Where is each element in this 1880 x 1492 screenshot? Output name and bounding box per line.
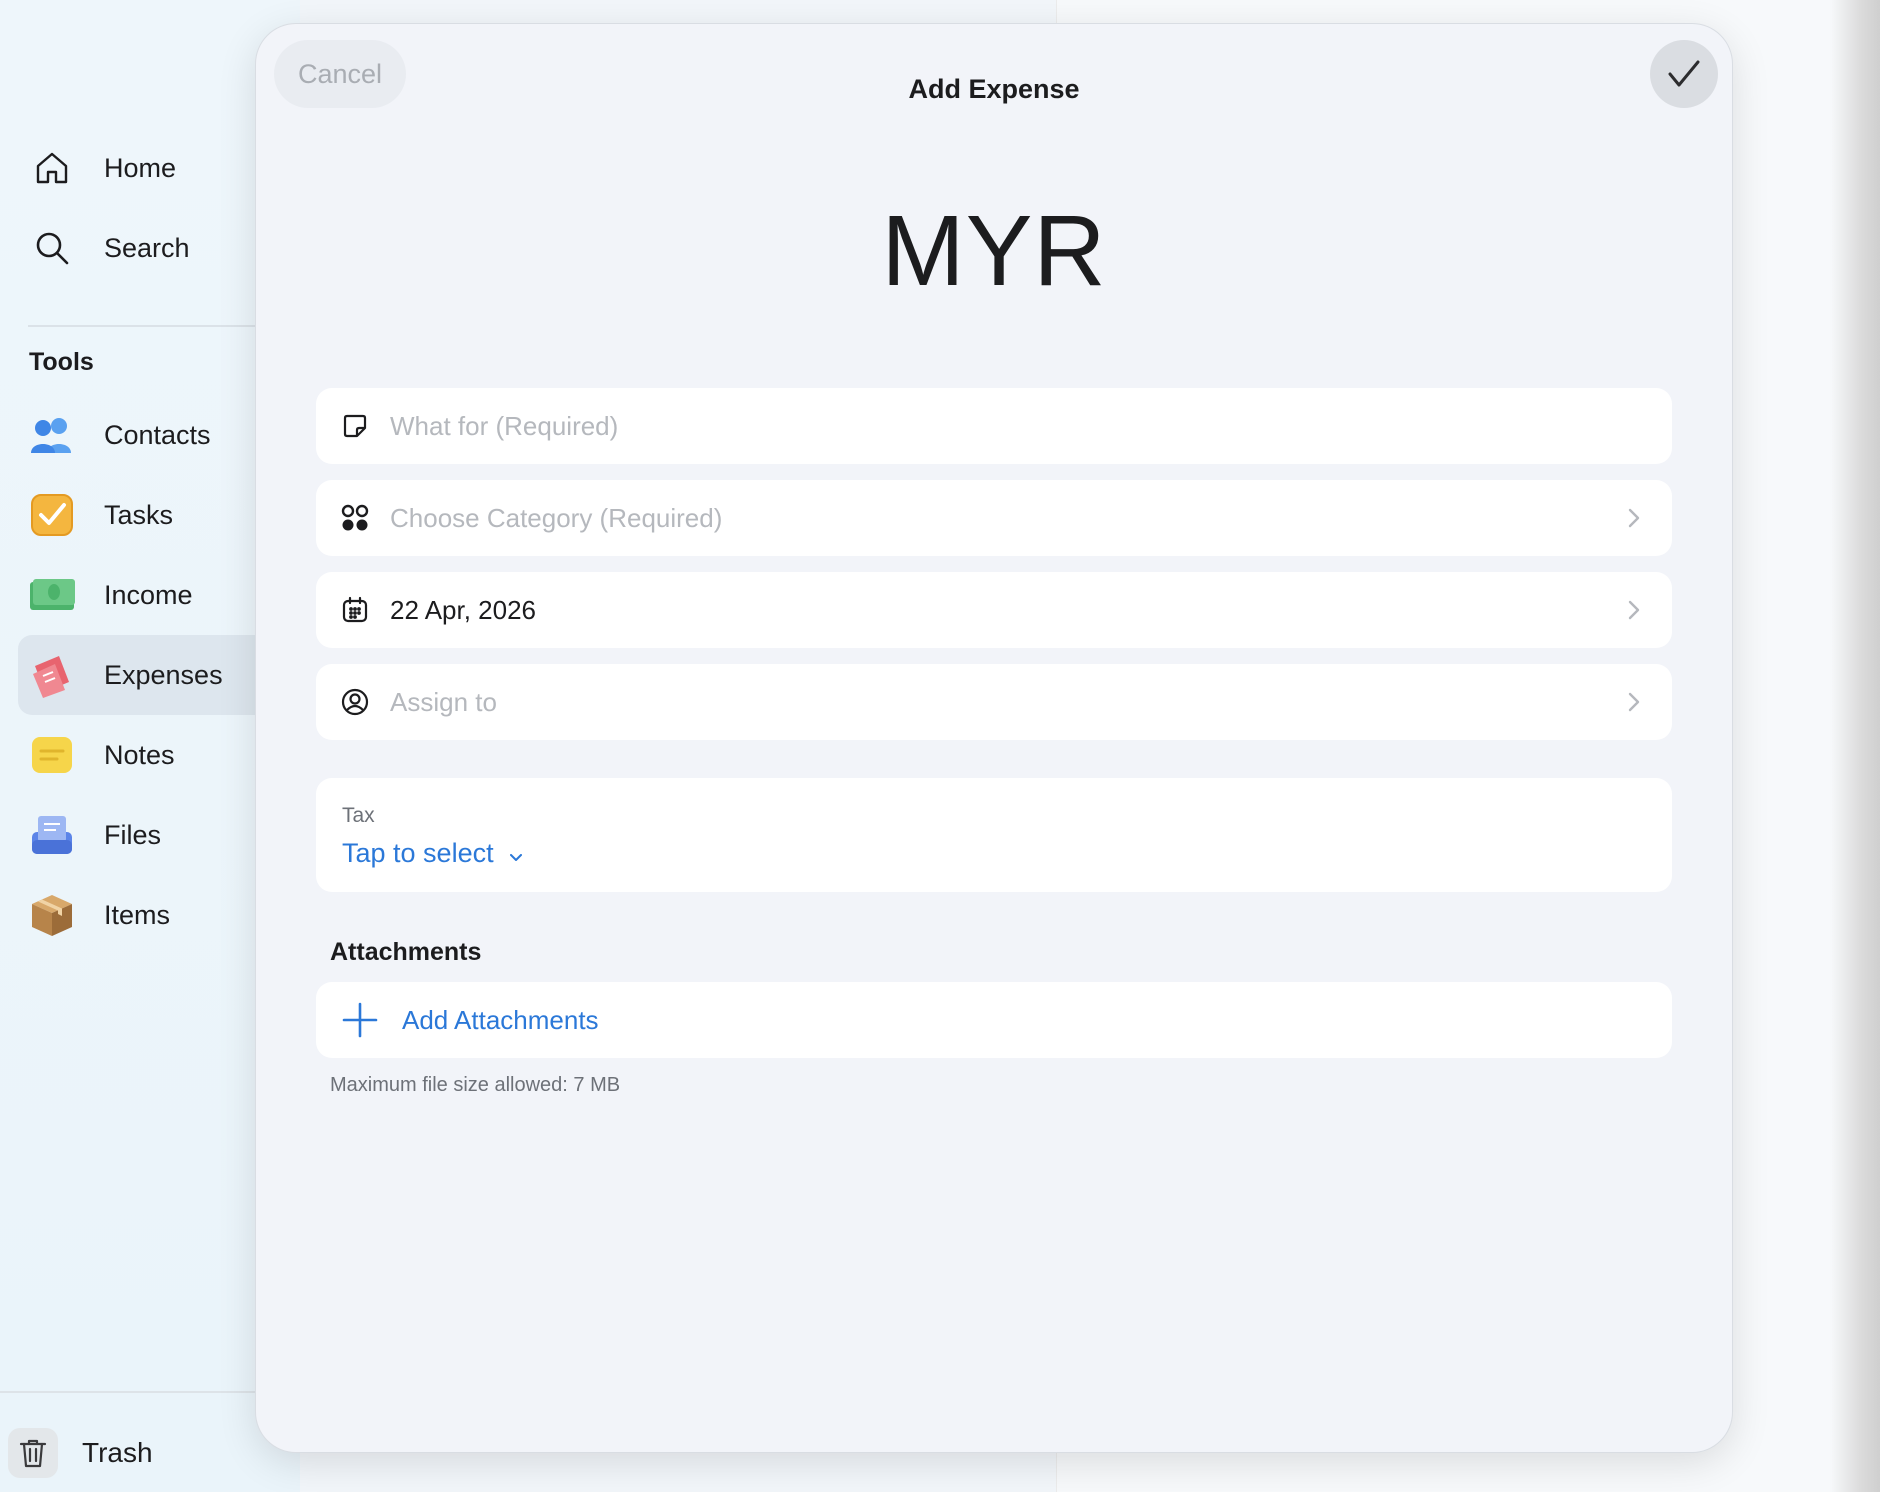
sidebar-bottom-divider: [0, 1391, 300, 1393]
checkmark-icon: [1668, 60, 1700, 87]
chevron-down-icon: [509, 838, 522, 869]
add-expense-modal: Cancel Add Expense MYR What for (Require…: [256, 24, 1732, 1452]
files-icon: [28, 811, 76, 859]
sidebar-item-trash[interactable]: Trash: [8, 1418, 153, 1488]
what-for-input[interactable]: What for (Required): [316, 388, 1672, 464]
income-icon: [28, 571, 76, 619]
assign-to-selector[interactable]: Assign to: [316, 664, 1672, 740]
sidebar-item-label: Contacts: [104, 419, 211, 450]
assign-to-placeholder: Assign to: [390, 686, 497, 717]
date-selector[interactable]: 22 Apr, 2026: [316, 572, 1672, 648]
chevron-right-icon: [1624, 600, 1644, 620]
expenses-icon: [28, 651, 76, 699]
done-button[interactable]: [1650, 40, 1718, 108]
tax-select-label: Tap to select: [342, 838, 494, 868]
section-title-tools: Tools: [29, 348, 94, 376]
sidebar-item-label: Home: [104, 152, 177, 183]
sidebar-item-label: Search: [104, 232, 190, 263]
sidebar-item-label: Income: [104, 579, 193, 610]
category-selector[interactable]: Choose Category (Required): [316, 480, 1672, 556]
modal-title: Add Expense: [908, 74, 1080, 104]
what-for-placeholder: What for (Required): [390, 410, 619, 441]
tasks-icon: [28, 491, 76, 539]
tax-label: Tax: [342, 804, 375, 827]
add-attachments-label: Add Attachments: [402, 1004, 599, 1035]
chevron-right-icon: [1624, 692, 1644, 712]
person-circle-icon: [340, 687, 370, 717]
trash-icon: [8, 1428, 58, 1478]
calendar-icon: [340, 595, 370, 625]
sidebar-item-label: Expenses: [104, 659, 223, 690]
home-icon: [28, 144, 76, 192]
max-file-size-note: Maximum file size allowed: 7 MB: [330, 1074, 621, 1096]
tax-card: Tax Tap to select: [316, 778, 1672, 892]
chevron-right-icon: [1624, 508, 1644, 528]
add-attachments-button[interactable]: Add Attachments: [316, 982, 1672, 1058]
attachments-title: Attachments: [330, 938, 482, 966]
notes-icon: [28, 731, 76, 779]
sidebar-item-label: Tasks: [104, 499, 174, 530]
sidebar: Home Search Tools Contacts Tasks Income …: [0, 0, 300, 1492]
sidebar-item-label: Notes: [104, 739, 175, 770]
sidebar-item-label: Files: [104, 819, 162, 850]
category-grid-icon: [340, 503, 370, 533]
tax-select-button[interactable]: Tap to select: [342, 838, 522, 869]
date-value: 22 Apr, 2026: [390, 594, 537, 625]
currency-amount-display[interactable]: MYR: [256, 194, 1732, 309]
background-edge-shadow: [1830, 0, 1880, 1492]
search-icon: [28, 224, 76, 272]
plus-icon: [342, 1002, 378, 1038]
note-icon: [340, 411, 370, 441]
items-icon: [28, 891, 76, 939]
sidebar-item-label: Trash: [82, 1437, 153, 1468]
sidebar-item-label: Items: [104, 899, 171, 930]
contacts-icon: [28, 411, 76, 459]
category-placeholder: Choose Category (Required): [390, 502, 723, 533]
